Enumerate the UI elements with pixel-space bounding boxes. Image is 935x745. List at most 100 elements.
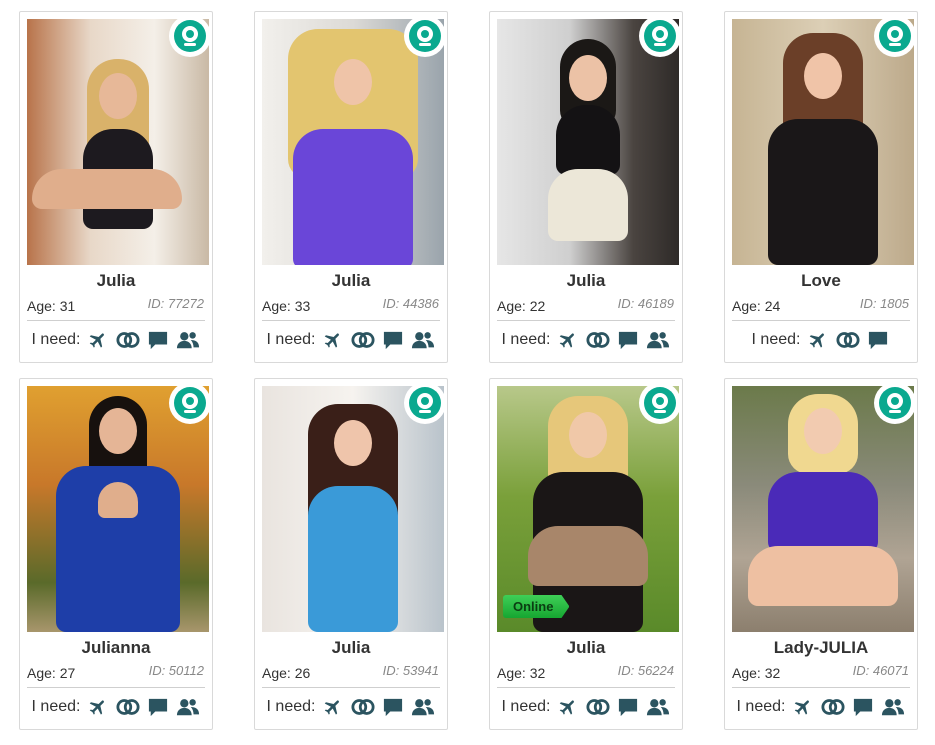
- needs-row: I need:: [725, 330, 917, 350]
- profile-photo[interactable]: [27, 386, 209, 632]
- chat-icon[interactable]: [146, 697, 170, 717]
- profile-photo[interactable]: [262, 19, 444, 265]
- profile-name[interactable]: Julia: [20, 271, 212, 291]
- profile-card[interactable]: Julia Age: 22 ID: 46189 I need:: [489, 11, 683, 363]
- plane-icon[interactable]: [806, 330, 830, 350]
- profile-age: Age: 24: [732, 298, 781, 314]
- divider: [732, 320, 910, 321]
- plane-icon[interactable]: [86, 697, 110, 717]
- profile-id: ID: 1805: [859, 296, 909, 311]
- profile-name[interactable]: Love: [725, 271, 917, 291]
- profile-card[interactable]: Love Age: 24 ID: 1805 I need:: [724, 11, 918, 363]
- profile-id: ID: 50112: [148, 663, 204, 678]
- users-icon[interactable]: [881, 697, 905, 717]
- needs-row: I need:: [20, 330, 212, 350]
- chat-icon[interactable]: [851, 697, 875, 717]
- profile-name[interactable]: Julia: [255, 638, 447, 658]
- profile-photo[interactable]: [27, 19, 209, 265]
- rings-icon[interactable]: [836, 330, 861, 350]
- profile-age: Age: 31: [27, 298, 76, 314]
- divider: [497, 320, 675, 321]
- need-label: I need:: [501, 331, 551, 348]
- plane-icon[interactable]: [321, 330, 345, 350]
- profile-photo[interactable]: [497, 19, 679, 265]
- webcam-icon: [409, 387, 441, 419]
- plane-icon[interactable]: [556, 697, 580, 717]
- rings-icon[interactable]: [586, 330, 611, 350]
- divider: [27, 687, 205, 688]
- plane-icon[interactable]: [556, 330, 580, 350]
- need-label: I need:: [501, 698, 551, 715]
- divider: [497, 687, 675, 688]
- need-label: I need:: [31, 698, 81, 715]
- chat-icon[interactable]: [381, 330, 405, 350]
- profile-card[interactable]: Julia Age: 33 ID: 44386 I need:: [254, 11, 448, 363]
- needs-row: I need:: [20, 697, 212, 717]
- plane-icon[interactable]: [321, 697, 345, 717]
- chat-icon[interactable]: [866, 330, 890, 350]
- profile-id: ID: 46189: [617, 296, 674, 311]
- users-icon[interactable]: [646, 697, 670, 717]
- rings-icon[interactable]: [821, 697, 846, 717]
- profile-name[interactable]: Julia: [490, 638, 682, 658]
- online-badge: Online: [503, 595, 570, 618]
- users-icon[interactable]: [176, 697, 200, 717]
- profile-card[interactable]: Julianna Age: 27 ID: 50112 I need:: [19, 378, 213, 730]
- webcam-badge[interactable]: [169, 386, 209, 424]
- profile-age: Age: 26: [262, 665, 311, 681]
- divider: [27, 320, 205, 321]
- profile-card[interactable]: Online Julia Age: 32 ID: 56224 I need:: [489, 378, 683, 730]
- webcam-badge[interactable]: [639, 386, 679, 424]
- webcam-badge[interactable]: [169, 19, 209, 57]
- profile-age: Age: 33: [262, 298, 311, 314]
- profile-age: Age: 27: [27, 665, 76, 681]
- chat-icon[interactable]: [381, 697, 405, 717]
- profile-card[interactable]: Lady-JULIA Age: 32 ID: 46071 I need:: [724, 378, 918, 730]
- plane-icon[interactable]: [86, 330, 110, 350]
- profile-name[interactable]: Lady-JULIA: [725, 638, 917, 658]
- webcam-badge[interactable]: [404, 19, 444, 57]
- plane-icon[interactable]: [791, 697, 815, 717]
- users-icon[interactable]: [411, 330, 435, 350]
- rings-icon[interactable]: [586, 697, 611, 717]
- profile-photo[interactable]: [732, 19, 914, 265]
- webcam-icon: [174, 20, 206, 52]
- profile-photo[interactable]: [262, 386, 444, 632]
- profile-card[interactable]: Julia Age: 31 ID: 77272 I need:: [19, 11, 213, 363]
- chat-icon[interactable]: [146, 330, 170, 350]
- profile-card[interactable]: Julia Age: 26 ID: 53941 I need:: [254, 378, 448, 730]
- webcam-badge[interactable]: [874, 19, 914, 57]
- users-icon[interactable]: [646, 330, 670, 350]
- profile-id: ID: 56224: [617, 663, 674, 678]
- profile-photo[interactable]: [732, 386, 914, 632]
- needs-row: I need:: [490, 330, 682, 350]
- rings-icon[interactable]: [116, 697, 141, 717]
- profile-id: ID: 46071: [852, 663, 909, 678]
- webcam-icon: [644, 387, 676, 419]
- profile-name[interactable]: Julia: [255, 271, 447, 291]
- need-label: I need:: [266, 331, 316, 348]
- divider: [262, 687, 440, 688]
- profile-photo[interactable]: Online: [497, 386, 679, 632]
- webcam-icon: [409, 20, 441, 52]
- chat-icon[interactable]: [616, 330, 640, 350]
- webcam-icon: [879, 20, 911, 52]
- profile-name[interactable]: Julia: [490, 271, 682, 291]
- profile-id: ID: 77272: [147, 296, 204, 311]
- users-icon[interactable]: [411, 697, 435, 717]
- profile-age: Age: 32: [497, 665, 546, 681]
- need-label: I need:: [736, 698, 786, 715]
- chat-icon[interactable]: [616, 697, 640, 717]
- need-label: I need:: [31, 331, 81, 348]
- webcam-badge[interactable]: [639, 19, 679, 57]
- profile-id: ID: 44386: [382, 296, 439, 311]
- webcam-badge[interactable]: [874, 386, 914, 424]
- webcam-badge[interactable]: [404, 386, 444, 424]
- users-icon[interactable]: [176, 330, 200, 350]
- divider: [262, 320, 440, 321]
- webcam-icon: [644, 20, 676, 52]
- rings-icon[interactable]: [116, 330, 141, 350]
- profile-name[interactable]: Julianna: [20, 638, 212, 658]
- rings-icon[interactable]: [351, 330, 376, 350]
- rings-icon[interactable]: [351, 697, 376, 717]
